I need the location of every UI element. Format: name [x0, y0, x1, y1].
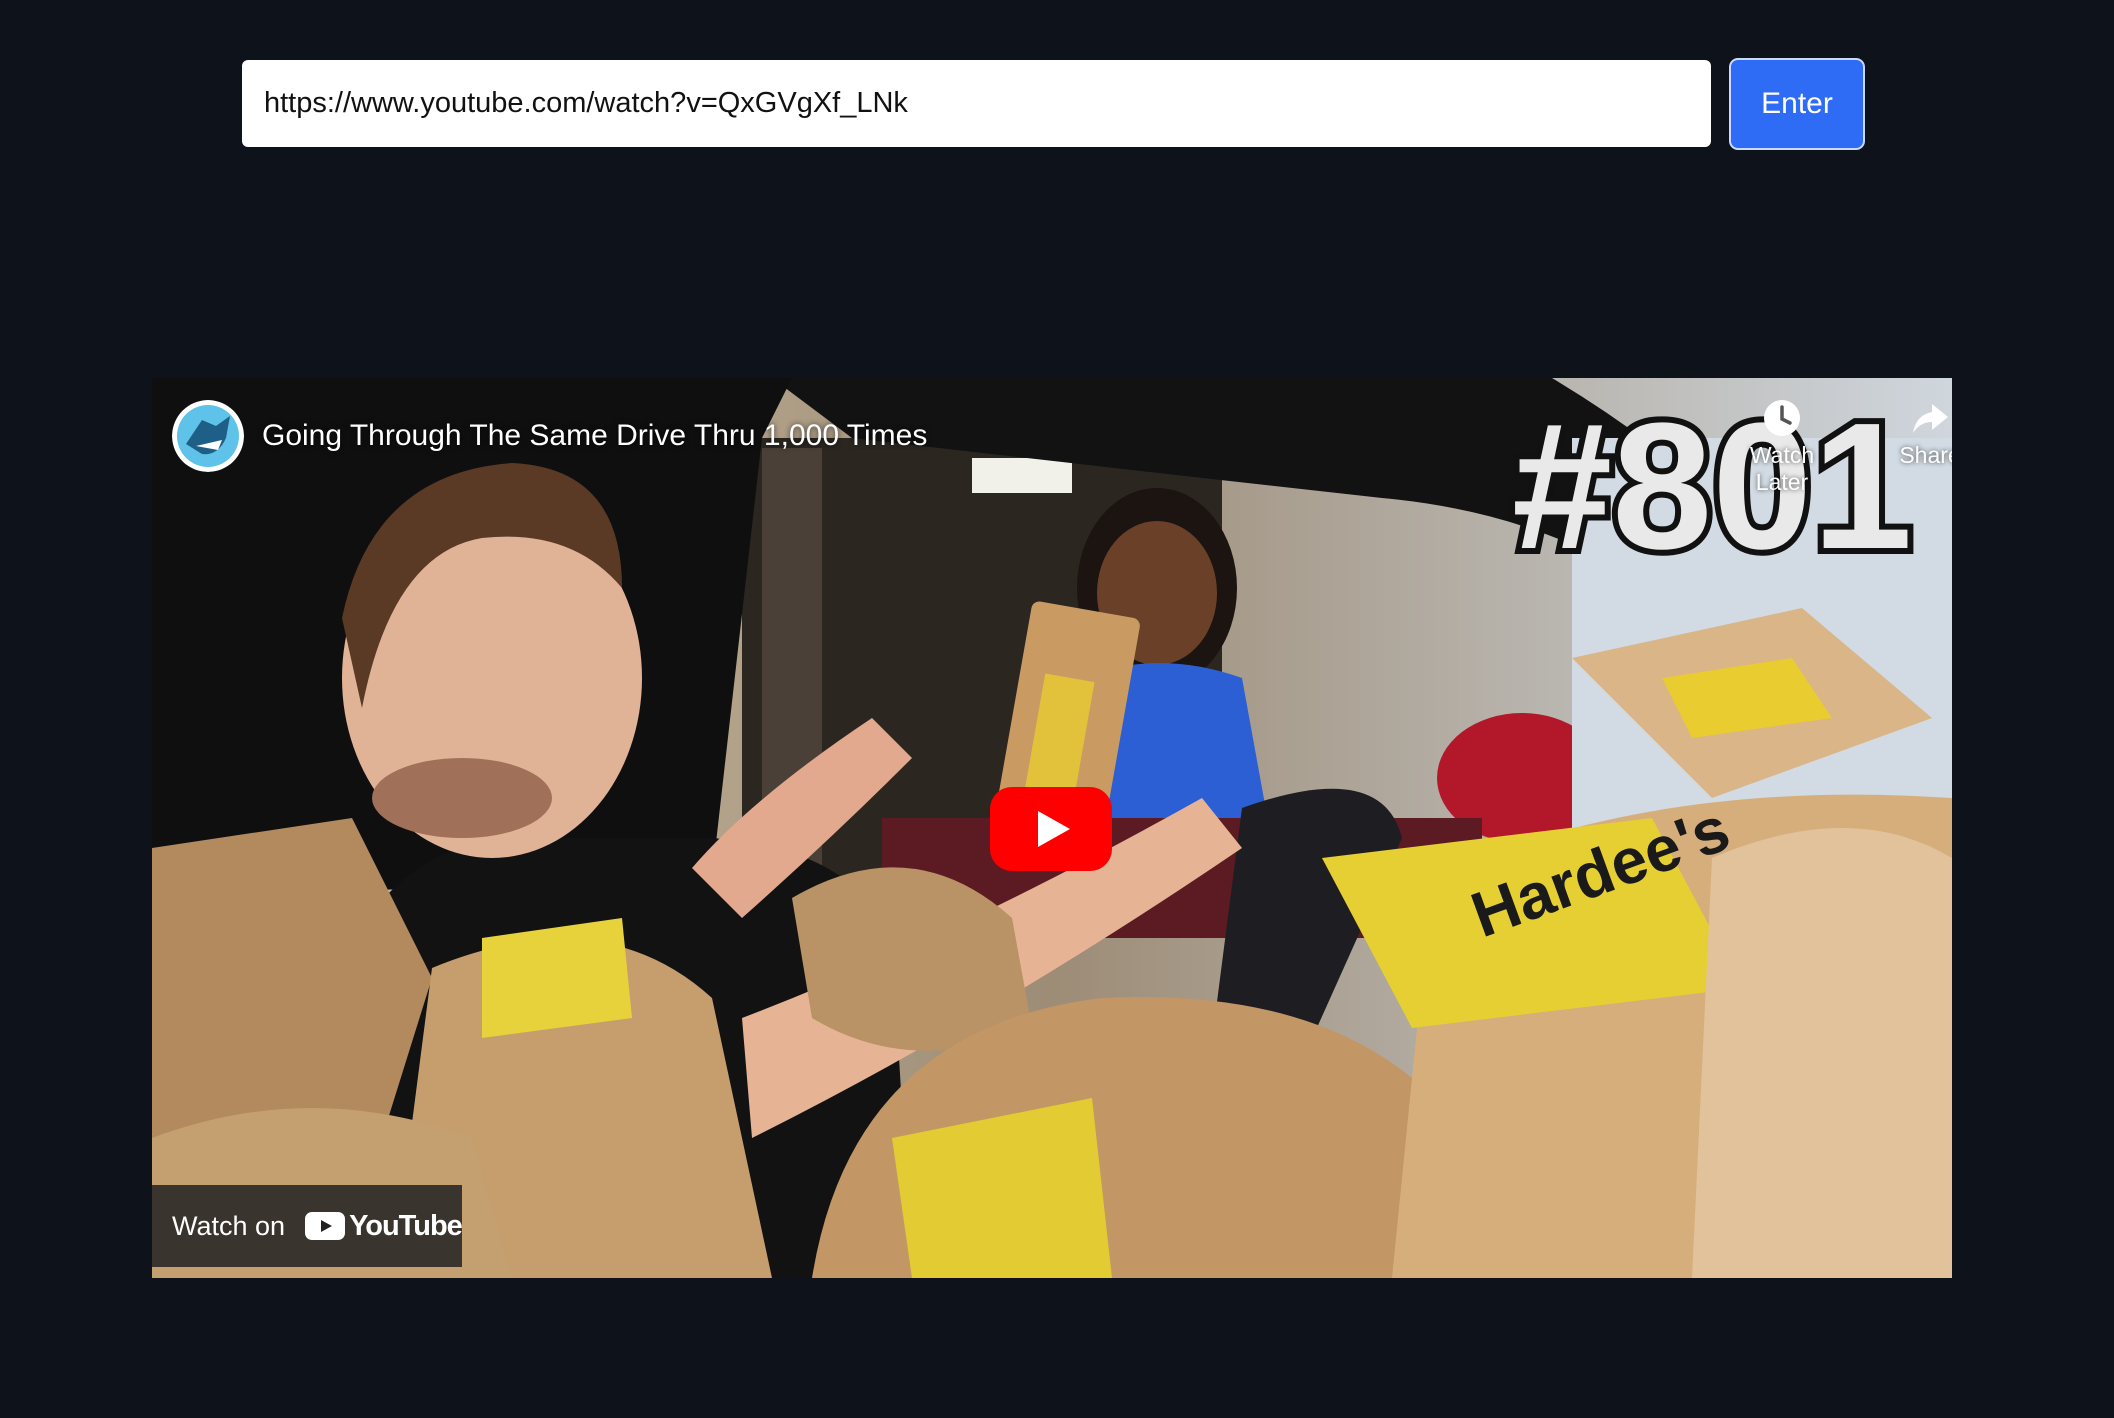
watch-on-label: Watch on: [172, 1210, 286, 1241]
watch-later-button[interactable]: Watch Later: [1722, 398, 1842, 496]
video-title-row: Going Through The Same Drive Thru 1,000 …: [172, 400, 927, 472]
play-button[interactable]: [990, 787, 1112, 876]
share-label: Share: [1899, 442, 1952, 468]
url-input[interactable]: [242, 60, 1711, 147]
clock-icon: [1764, 400, 1800, 436]
channel-avatar-icon[interactable]: [172, 400, 244, 472]
share-arrow-icon: [1913, 404, 1948, 433]
youtube-embed-player[interactable]: #801 Hardee's Going Through The Same Dri…: [152, 378, 1952, 1278]
watch-on-youtube-button[interactable]: Watch on YouTube: [152, 1185, 463, 1267]
share-button[interactable]: Share: [1870, 398, 1952, 469]
thumbnail-overlay-text: #801: [1512, 386, 1912, 587]
video-title[interactable]: Going Through The Same Drive Thru 1,000 …: [262, 419, 927, 453]
enter-button[interactable]: Enter: [1729, 58, 1865, 150]
youtube-logo: YouTube: [305, 1209, 463, 1243]
youtube-logo-text: YouTube: [349, 1209, 463, 1242]
youtube-logo-icon: [305, 1212, 346, 1240]
play-icon: [990, 787, 1112, 871]
watch-later-label: Watch Later: [1749, 442, 1815, 495]
